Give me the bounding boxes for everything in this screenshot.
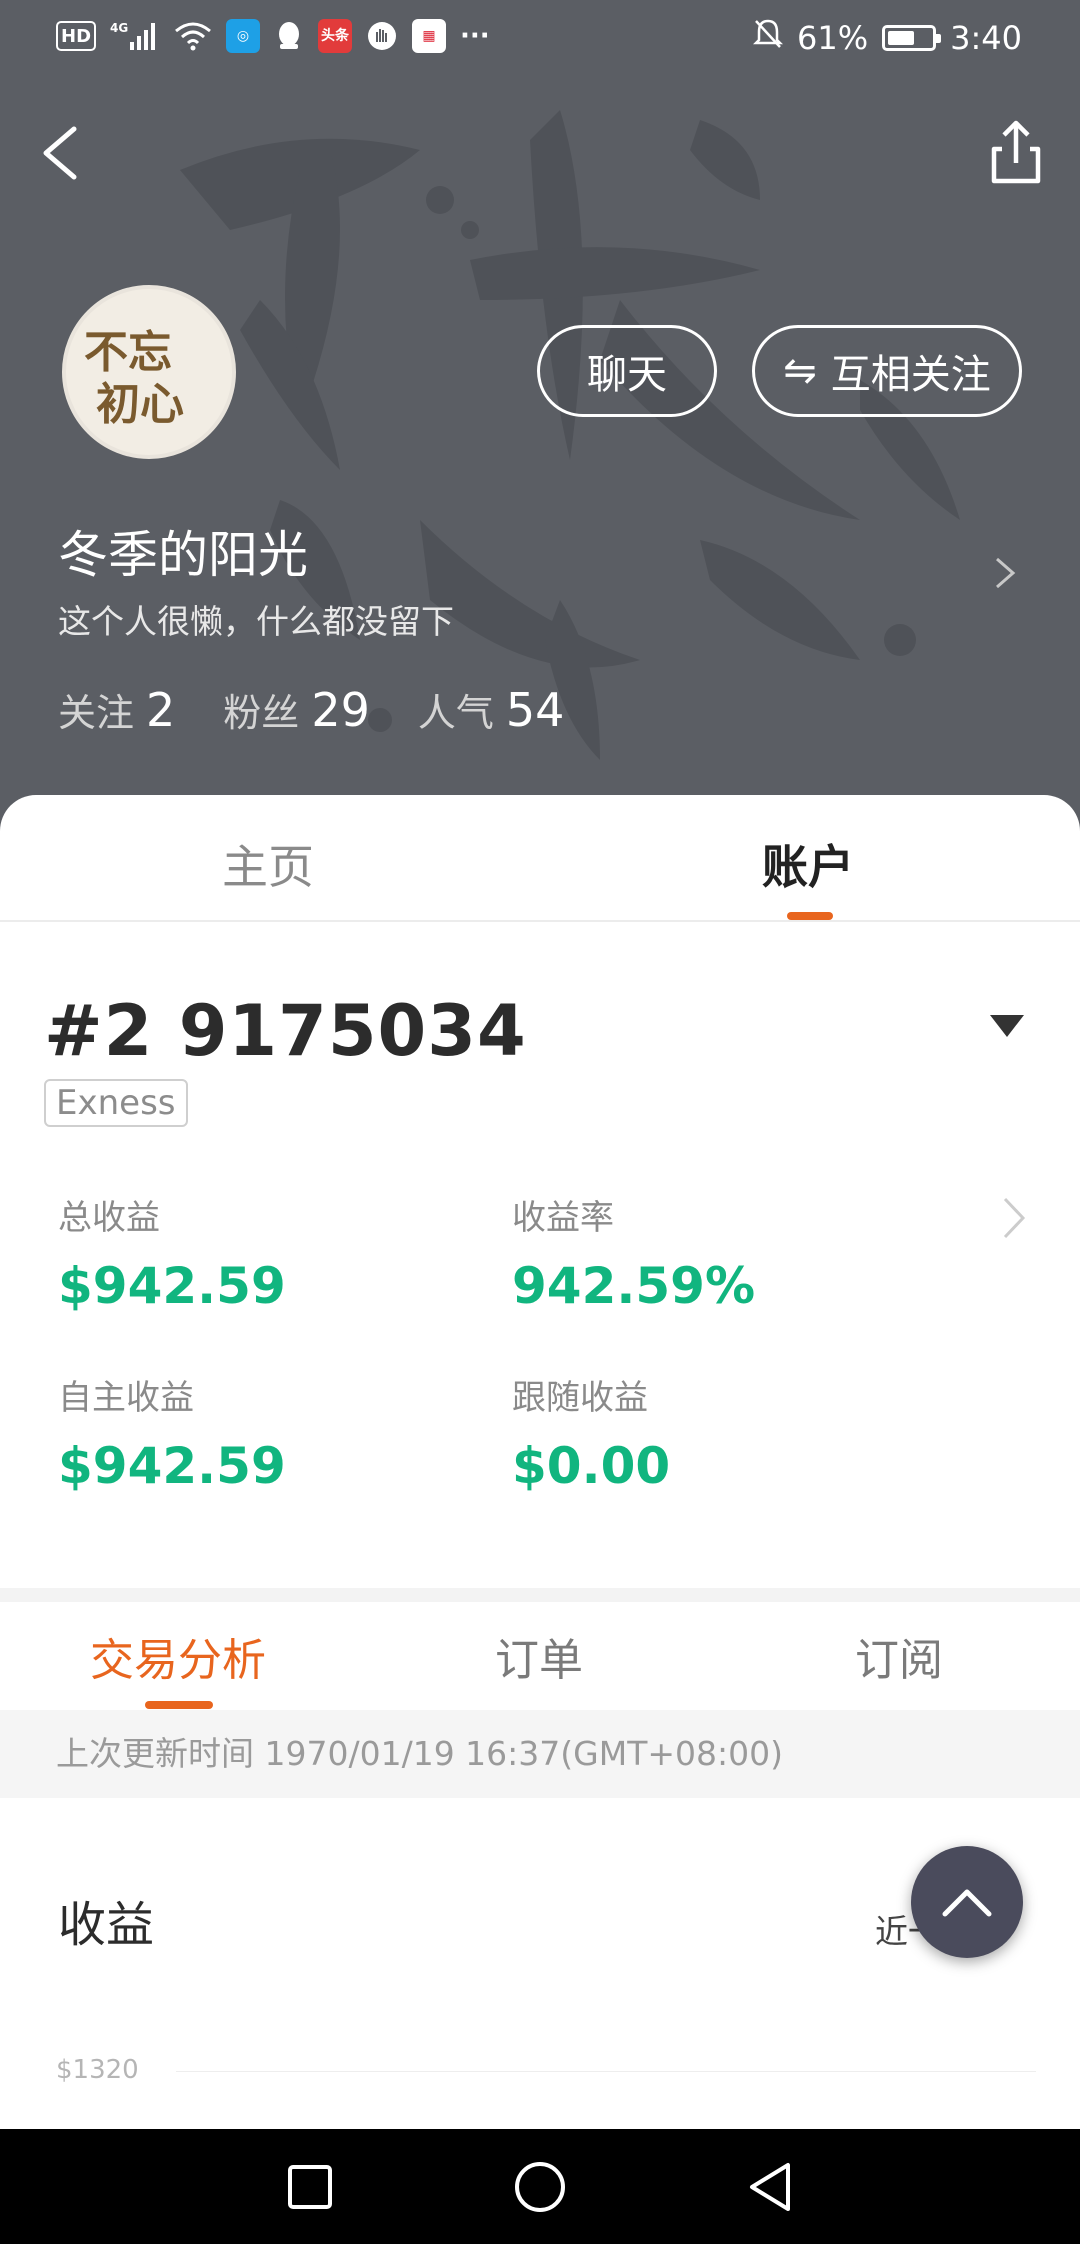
user-name: 冬季的阳光 — [58, 526, 308, 584]
account-dropdown-button[interactable] — [988, 1013, 1026, 1039]
metric-label: 跟随收益 — [512, 1378, 648, 1418]
metrics-detail-button[interactable] — [995, 1193, 1033, 1243]
toutiao-icon: 头条 — [318, 19, 353, 53]
stat-popularity: 人气 54 — [418, 682, 565, 737]
account-number: #2 9175034 — [44, 990, 527, 1072]
status-right-icons: 61% 3:40 — [752, 18, 1022, 58]
home-button[interactable] — [512, 2159, 568, 2215]
avatar[interactable]: 不忘 初心 — [62, 285, 236, 459]
app-notification-icon: ◎ — [226, 19, 261, 53]
battery-icon — [882, 25, 942, 51]
svg-text:4G: 4G — [110, 21, 128, 35]
metric-self-profit: 自主收益 $942.59 — [58, 1370, 286, 1495]
chevron-right-icon — [996, 557, 1016, 589]
status-left-icons: HD 4G ◎ 头条 ▦ ··· — [56, 18, 490, 54]
profile-stats: 关注 2 粉丝 29 人气 54 — [58, 682, 564, 737]
tab-orders[interactable]: 订单 — [495, 1624, 583, 1688]
metric-label: 总收益 — [58, 1198, 160, 1238]
metric-value: $0.00 — [512, 1437, 671, 1495]
svg-text:初心: 初心 — [96, 379, 184, 430]
stat-value: 29 — [311, 683, 370, 737]
stat-value: 54 — [505, 683, 565, 737]
profile-detail-button[interactable] — [985, 553, 1025, 593]
metric-value: $942.59 — [58, 1437, 286, 1495]
hand-icon — [366, 18, 398, 54]
stat-label: 粉丝 — [223, 691, 300, 735]
metric-copy-profit: 跟随收益 $0.00 — [512, 1370, 670, 1495]
chart-y-tick: $1320 — [56, 2055, 139, 2085]
clock-time: 3:40 — [950, 19, 1022, 57]
profile-header: HD 4G ◎ 头条 ▦ ··· 61% 3:40 不忘 初心 聊天 ⇋ 互相关… — [0, 0, 1080, 860]
tab-account[interactable]: 账户 — [762, 831, 854, 897]
earnings-title: 收益 — [58, 1897, 155, 1953]
qq-icon — [274, 18, 304, 54]
scroll-to-top-button[interactable] — [911, 1846, 1023, 1958]
chevron-up-icon — [942, 1889, 992, 1917]
metric-total-profit: 总收益 $942.59 — [58, 1190, 286, 1315]
active-tab-indicator — [787, 912, 833, 920]
status-bar: HD 4G ◎ 头条 ▦ ··· 61% 3:40 — [0, 0, 1080, 80]
triangle-back-icon — [750, 2163, 790, 2211]
avatar-calligraphy-image: 不忘 初心 — [84, 327, 184, 430]
last-update-text: 上次更新时间 1970/01/19 16:37(GMT+08:00) — [0, 1710, 1080, 1798]
stat-value: 2 — [146, 683, 176, 737]
share-icon — [991, 120, 1041, 184]
battery-level — [888, 31, 914, 45]
svg-text:不忘: 不忘 — [84, 327, 172, 378]
battery-percent: 61% — [797, 19, 869, 57]
user-bio: 这个人很懒，什么都没留下 — [58, 602, 454, 641]
metric-value: 942.59% — [512, 1257, 756, 1315]
wifi-icon — [174, 18, 212, 54]
metric-label: 自主收益 — [58, 1378, 194, 1418]
mute-bell-icon — [752, 18, 784, 58]
chevron-left-icon — [43, 126, 77, 180]
sub-tab-bar: 交易分析 订单 订阅 — [0, 1602, 1080, 1710]
tab-home[interactable]: 主页 — [222, 831, 314, 897]
stat-label: 人气 — [417, 691, 494, 735]
more-notifications-icon: ··· — [460, 21, 490, 51]
share-button[interactable] — [980, 115, 1052, 191]
chevron-right-icon — [1003, 1197, 1026, 1239]
stat-followers[interactable]: 粉丝 29 — [223, 682, 370, 737]
metric-value: $942.59 — [58, 1257, 286, 1315]
stat-following[interactable]: 关注 2 — [58, 682, 175, 737]
tab-subscriptions[interactable]: 订阅 — [855, 1624, 943, 1688]
square-icon — [288, 2165, 332, 2209]
metric-label: 收益率 — [512, 1198, 614, 1238]
circle-icon — [515, 2162, 565, 2212]
mutual-follow-icon: ⇋ — [783, 348, 817, 394]
metric-return-rate: 收益率 942.59% — [512, 1190, 755, 1315]
chat-button-label: 聊天 — [587, 352, 667, 398]
chart-gridline — [176, 2071, 1036, 2072]
system-back-button[interactable] — [742, 2159, 798, 2215]
signal-icon: 4G — [110, 18, 160, 54]
recent-apps-button[interactable] — [282, 2159, 338, 2215]
chat-button[interactable]: 聊天 — [537, 325, 717, 417]
calendar-app-icon: ▦ — [412, 19, 447, 53]
mutual-follow-label: 互相关注 — [830, 352, 991, 398]
tab-trade-analysis[interactable]: 交易分析 — [90, 1624, 266, 1688]
system-navigation-bar — [0, 2129, 1080, 2244]
back-button[interactable] — [28, 115, 98, 191]
active-subtab-indicator — [145, 1701, 213, 1709]
stat-label: 关注 — [58, 691, 135, 735]
hd-icon: HD — [56, 21, 97, 51]
broker-badge: Exness — [44, 1079, 188, 1127]
mutual-follow-button[interactable]: ⇋ 互相关注 — [752, 325, 1022, 417]
section-divider — [0, 1588, 1080, 1602]
triangle-down-icon — [990, 1015, 1024, 1037]
main-tab-bar: 主页 账户 — [0, 795, 1080, 922]
